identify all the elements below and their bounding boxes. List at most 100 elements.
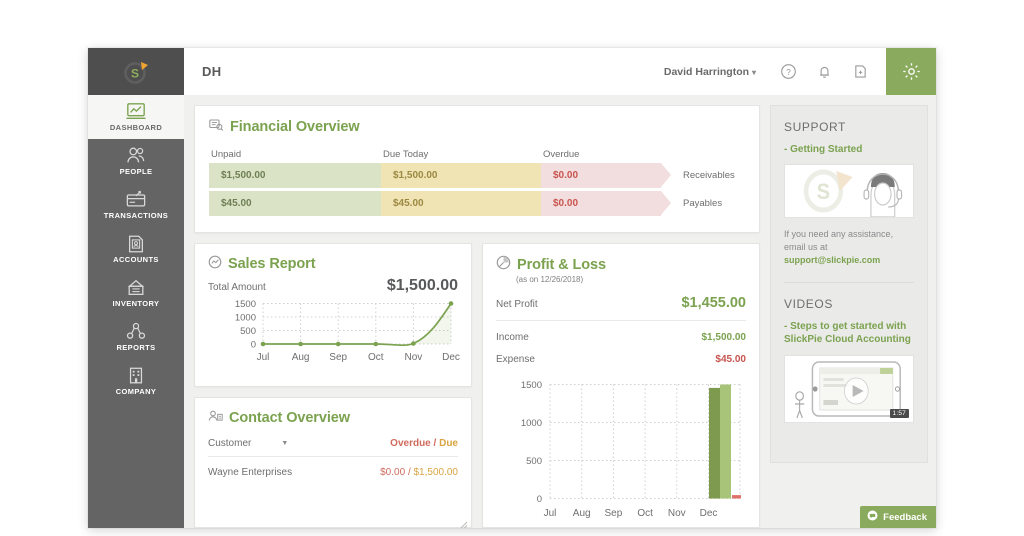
- support-text-line1: If you need any assistance,: [784, 228, 914, 241]
- column-separator: /: [434, 438, 437, 449]
- video-thumbnail[interactable]: 1:57: [784, 355, 914, 423]
- sidebar-item-dashboard[interactable]: DASHBOARD: [88, 95, 184, 139]
- left-navigation: S DASHBOARD: [88, 48, 184, 528]
- dashboard-icon: [125, 102, 147, 122]
- contact-due-amount: $1,500.00: [414, 467, 459, 478]
- sales-report-title-text: Sales Report: [228, 256, 315, 272]
- people-icon: [125, 146, 147, 166]
- receivables-label: Receivables: [683, 163, 735, 188]
- customer-column[interactable]: Customer ▼: [208, 438, 288, 449]
- svg-text:1500: 1500: [521, 380, 542, 391]
- reports-icon: [125, 322, 147, 342]
- user-menu[interactable]: David Harrington ▾: [664, 66, 756, 78]
- sidebar-item-label: REPORTS: [116, 344, 155, 352]
- note-icon[interactable]: [847, 59, 873, 85]
- svg-text:Jul: Jul: [544, 508, 557, 519]
- bell-icon[interactable]: [811, 59, 837, 85]
- sidebar-item-accounts[interactable]: ACCOUNTS: [88, 227, 184, 271]
- payables-overdue: $0.00: [541, 191, 661, 216]
- svg-text:500: 500: [240, 326, 256, 337]
- sales-report-chart: 1500 1000 500 0: [208, 295, 458, 378]
- sidebar-item-inventory[interactable]: INVENTORY: [88, 271, 184, 315]
- financial-overview-title-text: Financial Overview: [230, 119, 360, 135]
- overdue-due-column: Overdue / Due: [390, 438, 458, 449]
- app-window: S DASHBOARD: [88, 48, 936, 528]
- sidebar-item-people[interactable]: PEOPLE: [88, 139, 184, 183]
- svg-text:S: S: [131, 66, 139, 80]
- support-email[interactable]: support@slickpie.com: [784, 254, 914, 267]
- contact-overview-icon: [208, 409, 223, 427]
- chevron-down-icon: ▾: [752, 68, 756, 77]
- payables-label: Payables: [683, 191, 722, 216]
- svg-text:Dec: Dec: [700, 508, 718, 519]
- sort-caret-icon: ▼: [281, 440, 288, 447]
- contact-overview-title: Contact Overview: [208, 409, 458, 427]
- svg-text:Nov: Nov: [668, 508, 686, 519]
- support-thumbnail[interactable]: S: [784, 164, 914, 218]
- inventory-icon: [125, 278, 147, 298]
- income-label: Income: [496, 332, 529, 343]
- company-icon: [125, 366, 147, 386]
- receivables-due-today: $1,500.00: [381, 163, 541, 188]
- financial-overview-card: Financial Overview Unpaid Due Today Over…: [194, 105, 760, 233]
- right-widgets: Profit & Loss (as on 12/26/2018) Net Pro…: [482, 243, 760, 528]
- contact-overview-card: Contact Overview Customer ▼ Overdue /: [194, 397, 472, 528]
- svg-text:Sep: Sep: [605, 508, 623, 519]
- dashboard-widgets-row: Sales Report Total Amount $1,500.00 1500: [194, 243, 760, 528]
- slickpie-logo-icon: S: [121, 57, 151, 87]
- table-row[interactable]: Wayne Enterprises $0.00 / $1,500.00: [208, 467, 458, 478]
- contact-name: Wayne Enterprises: [208, 467, 292, 478]
- page-title: DH: [202, 64, 221, 79]
- overdue-column-label: Overdue: [390, 438, 431, 449]
- expense-row: Expense $45.00: [496, 354, 746, 365]
- expense-label: Expense: [496, 354, 535, 365]
- table-row: $1,500.00 $1,500.00 $0.00 Receivables: [209, 163, 745, 188]
- content-area: Financial Overview Unpaid Due Today Over…: [184, 95, 936, 528]
- support-heading: SUPPORT: [784, 120, 914, 134]
- sales-report-icon: [208, 255, 222, 273]
- column-header-unpaid: Unpaid: [211, 149, 383, 160]
- net-profit-label: Net Profit: [496, 299, 538, 310]
- column-header-due-today: Due Today: [383, 149, 543, 160]
- sidebar-item-label: DASHBOARD: [110, 124, 162, 132]
- sales-report-summary: Total Amount $1,500.00: [208, 277, 458, 295]
- financial-overview-icon: [209, 118, 224, 136]
- sidebar-item-label: PEOPLE: [120, 168, 153, 176]
- income-value: $1,500.00: [702, 332, 747, 343]
- support-text-line2: email us at: [784, 241, 914, 254]
- support-videos-panel: SUPPORT - Getting Started S: [770, 105, 928, 463]
- feedback-label: Feedback: [883, 512, 927, 523]
- profit-loss-title-text: Profit & Loss: [517, 257, 606, 273]
- sidebar-item-reports[interactable]: REPORTS: [88, 315, 184, 359]
- svg-text:Jul: Jul: [257, 352, 270, 363]
- feedback-chat-icon: [867, 510, 878, 524]
- svg-text:Dec: Dec: [442, 352, 460, 363]
- sidebar-item-transactions[interactable]: TRANSACTIONS: [88, 183, 184, 227]
- video-link[interactable]: - Steps to get started with SlickPie Clo…: [784, 320, 914, 346]
- settings-gear-button[interactable]: [886, 48, 936, 95]
- profit-loss-title: Profit & Loss: [496, 255, 746, 274]
- help-circle-icon[interactable]: ?: [775, 59, 801, 85]
- contact-overview-header: Customer ▼ Overdue / Due: [208, 438, 458, 457]
- app-logo[interactable]: S: [88, 48, 184, 95]
- sidebar-item-company[interactable]: COMPANY: [88, 359, 184, 403]
- sales-report-title: Sales Report: [208, 255, 458, 273]
- feedback-button[interactable]: Feedback: [860, 506, 936, 528]
- video-duration-badge: 1:57: [890, 409, 909, 418]
- resize-handle[interactable]: [460, 516, 468, 524]
- getting-started-link[interactable]: - Getting Started: [784, 143, 914, 156]
- right-side-column: SUPPORT - Getting Started S: [770, 105, 928, 528]
- profit-loss-chart: 1500 1000 500 0: [496, 371, 746, 526]
- svg-text:Aug: Aug: [573, 508, 591, 519]
- svg-text:1000: 1000: [521, 418, 542, 429]
- sidebar-item-label: ACCOUNTS: [113, 256, 159, 264]
- contact-overdue-amount: $0.00: [380, 467, 405, 478]
- panel-divider: [784, 282, 914, 283]
- svg-text:Oct: Oct: [637, 508, 653, 519]
- top-bar-actions: David Harrington ▾ ?: [664, 48, 936, 95]
- net-profit-value: $1,455.00: [681, 295, 746, 311]
- income-row: Income $1,500.00: [496, 332, 746, 343]
- payables-unpaid: $45.00: [209, 191, 381, 216]
- financial-overview-title: Financial Overview: [209, 118, 745, 136]
- due-column-label: Due: [439, 438, 458, 449]
